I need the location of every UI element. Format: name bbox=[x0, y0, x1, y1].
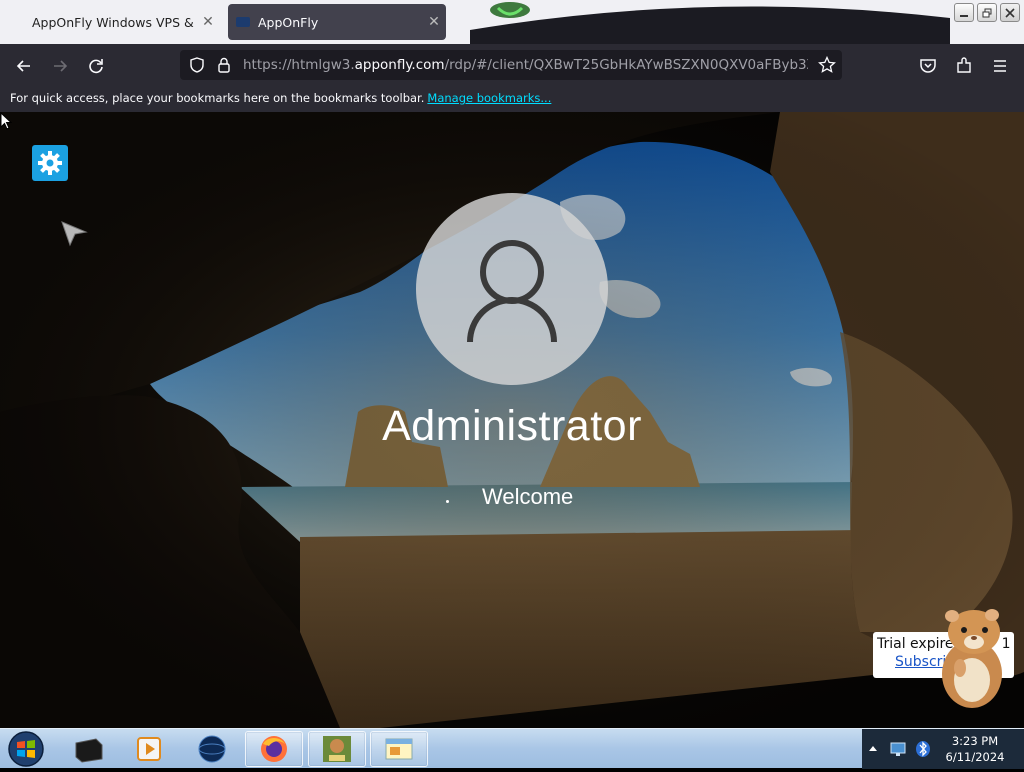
pocket-icon bbox=[920, 59, 936, 73]
pocket-button[interactable] bbox=[914, 52, 942, 80]
tab-apponfly-windows-vps[interactable]: AppOnFly Windows VPS & Clo ✕ bbox=[8, 4, 220, 40]
navigation-toolbar: https://htmlgw3.apponfly.com/rdp/#/clien… bbox=[0, 44, 1024, 86]
bluetooth-icon[interactable] bbox=[915, 740, 931, 758]
lock-icon[interactable] bbox=[217, 57, 231, 73]
user-icon bbox=[467, 240, 557, 343]
forward-icon bbox=[54, 60, 68, 72]
taskbar-ie-ball[interactable] bbox=[183, 731, 241, 767]
browser-tab-bar: AppOnFly Windows VPS & Clo ✕ AppOnFly ✕ bbox=[0, 0, 1024, 44]
menu-icon bbox=[994, 60, 1006, 72]
clock-time: 3:23 PM bbox=[951, 734, 999, 748]
remote-desktop-viewport[interactable]: Administrator Welcome Trial expire 1 Subs… bbox=[0, 112, 1024, 728]
apponfly-favicon-icon bbox=[236, 17, 250, 27]
restore-button[interactable] bbox=[977, 3, 997, 22]
taskbar-presentation-window[interactable] bbox=[370, 731, 428, 767]
start-button[interactable] bbox=[6, 730, 46, 768]
taskbar-media-player[interactable] bbox=[120, 731, 178, 767]
star-icon[interactable] bbox=[818, 56, 836, 74]
taskbar-firefox[interactable] bbox=[245, 731, 303, 767]
tab-label: AppOnFly Windows VPS & Clo bbox=[32, 14, 196, 30]
bookmarks-toolbar: For quick access, place your bookmarks h… bbox=[0, 86, 1024, 112]
network-icon[interactable] bbox=[889, 741, 907, 757]
bookmarks-hint-text: For quick access, place your bookmarks h… bbox=[10, 91, 425, 105]
tab-apponfly[interactable]: AppOnFly ✕ bbox=[228, 4, 446, 40]
close-window-button[interactable] bbox=[1000, 3, 1020, 22]
url-text[interactable]: https://htmlgw3.apponfly.com/rdp/#/clien… bbox=[243, 57, 808, 73]
bookmarks-hint: For quick access, place your bookmarks h… bbox=[10, 91, 551, 105]
hamster-mascot-icon[interactable] bbox=[930, 602, 1012, 712]
media-player-icon bbox=[137, 737, 161, 761]
shield-icon[interactable] bbox=[189, 57, 205, 73]
close-tab-icon[interactable]: ✕ bbox=[196, 14, 220, 30]
reload-icon bbox=[89, 59, 103, 74]
app-menu-button[interactable] bbox=[986, 52, 1014, 80]
extensions-icon bbox=[957, 57, 971, 73]
box-game-icon bbox=[323, 736, 351, 762]
windows-orb-icon bbox=[8, 731, 44, 767]
login-username: Administrator bbox=[382, 402, 642, 450]
taskbar: 3:23 PM 6/11/2024 bbox=[0, 728, 1024, 769]
tab-label: AppOnFly bbox=[258, 14, 319, 30]
login-status-text: Welcome bbox=[482, 484, 574, 509]
globe-icon bbox=[198, 735, 226, 763]
manage-bookmarks-link[interactable]: Manage bookmarks... bbox=[427, 91, 551, 105]
extensions-button[interactable] bbox=[950, 52, 978, 80]
firefox-icon bbox=[261, 736, 287, 762]
gear-icon bbox=[38, 151, 62, 175]
tabbar-decoration bbox=[470, 0, 950, 44]
cursor-arrow-icon bbox=[0, 112, 12, 130]
clock-date: 6/11/2024 bbox=[945, 750, 1005, 764]
back-icon bbox=[16, 60, 30, 72]
taskbar-box-game[interactable] bbox=[308, 731, 366, 767]
window-app-icon bbox=[385, 738, 413, 760]
url-bar[interactable]: https://htmlgw3.apponfly.com/rdp/#/clien… bbox=[180, 50, 842, 80]
window-controls bbox=[954, 3, 1020, 22]
reload-button[interactable] bbox=[82, 52, 110, 80]
settings-button[interactable] bbox=[32, 145, 68, 181]
taskbar-media-center[interactable] bbox=[60, 731, 118, 767]
forward-button[interactable] bbox=[46, 52, 74, 80]
user-avatar bbox=[416, 193, 608, 385]
minimize-button[interactable] bbox=[954, 3, 974, 22]
system-clock[interactable]: 3:23 PM 6/11/2024 bbox=[935, 733, 1015, 765]
back-button[interactable] bbox=[10, 52, 38, 80]
close-tab-icon[interactable]: ✕ bbox=[422, 14, 446, 30]
mouse-pointer-icon bbox=[61, 221, 88, 247]
url-prefix: https://htmlgw3. bbox=[243, 57, 355, 73]
loading-spinner bbox=[446, 500, 449, 503]
url-domain: apponfly.com bbox=[354, 57, 445, 73]
url-path: /rdp/#/client/QXBwT25GbHkAYwBSZXN0QXV0aF… bbox=[444, 57, 808, 73]
tray-expand-icon[interactable] bbox=[869, 745, 877, 753]
media-center-icon bbox=[75, 738, 103, 763]
